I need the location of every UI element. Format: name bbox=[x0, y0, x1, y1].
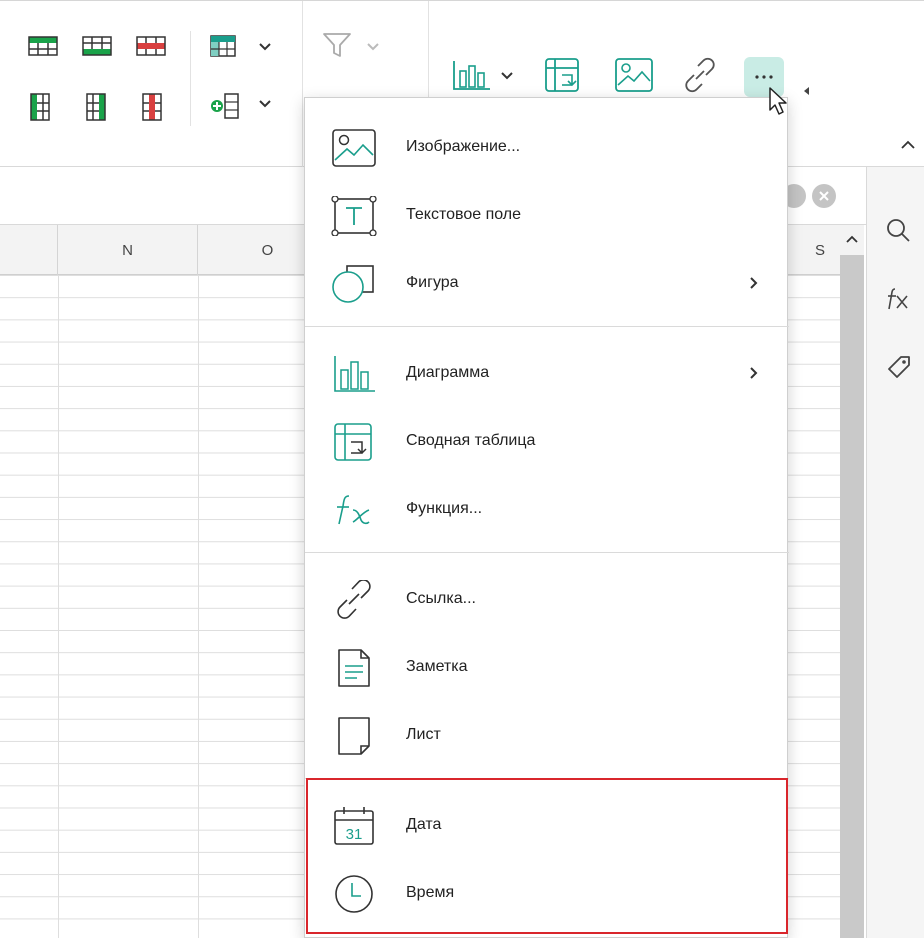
menu-separator bbox=[305, 552, 789, 553]
filter-icon[interactable] bbox=[322, 31, 352, 59]
menu-item-label: Диаграмма bbox=[406, 364, 490, 381]
menu-item-image[interactable]: Изображение... bbox=[305, 114, 789, 180]
chart-icon[interactable] bbox=[452, 59, 492, 91]
more-icon bbox=[755, 75, 773, 79]
chevron-down-icon[interactable] bbox=[258, 99, 272, 109]
cursor-arrow-icon bbox=[769, 87, 787, 115]
menu-item-label: Сводная таблица bbox=[406, 432, 536, 449]
menu-item-pivot-table[interactable]: Сводная таблица bbox=[305, 408, 789, 474]
delete-column-icon[interactable] bbox=[142, 93, 164, 121]
ribbon-divider bbox=[302, 1, 303, 167]
image-icon bbox=[332, 129, 376, 167]
menu-item-function[interactable]: Функция... bbox=[305, 476, 789, 542]
search-icon[interactable] bbox=[885, 217, 911, 243]
chevron-down-icon[interactable] bbox=[500, 71, 514, 81]
menu-item-label: Ссылка... bbox=[406, 590, 476, 607]
chevron-down-icon[interactable] bbox=[366, 42, 380, 52]
table-style-icon[interactable] bbox=[210, 35, 236, 57]
column-header[interactable]: N bbox=[58, 225, 198, 275]
column-header[interactable]: S bbox=[800, 225, 840, 275]
chevron-right-icon bbox=[750, 367, 758, 379]
sheet-icon bbox=[338, 717, 370, 755]
menu-item-label: Функция... bbox=[406, 500, 483, 517]
menu-item-link[interactable]: Ссылка... bbox=[305, 566, 789, 632]
menu-separator bbox=[305, 326, 789, 327]
menu-item-sheet[interactable]: Лист bbox=[305, 702, 789, 768]
highlight-box bbox=[306, 778, 788, 934]
menu-item-label: Изображение... bbox=[406, 138, 521, 155]
link-icon bbox=[337, 580, 371, 619]
insert-cells-icon[interactable] bbox=[210, 93, 240, 119]
function-icon bbox=[337, 495, 370, 525]
close-icon bbox=[819, 191, 829, 201]
note-icon bbox=[338, 649, 370, 687]
menu-item-label: Текстовое поле bbox=[406, 206, 522, 223]
tag-icon[interactable] bbox=[885, 353, 913, 381]
shape-icon bbox=[332, 265, 374, 303]
close-circle-icon[interactable] bbox=[812, 184, 836, 208]
insert-row-below-icon[interactable] bbox=[82, 36, 112, 58]
link-icon[interactable] bbox=[680, 55, 720, 95]
menu-item-text-box[interactable]: Текстовое поле bbox=[305, 182, 789, 248]
menu-item-label: Заметка bbox=[406, 658, 468, 675]
function-icon[interactable] bbox=[883, 283, 913, 313]
app-window: N O S Изображение... Текстовое поле Фигу… bbox=[0, 0, 924, 938]
grid-column-line bbox=[58, 275, 59, 938]
ribbon-more-arrow-icon[interactable] bbox=[803, 86, 811, 96]
chart-icon bbox=[334, 356, 375, 392]
side-panel bbox=[866, 167, 924, 938]
menu-item-note[interactable]: Заметка bbox=[305, 634, 789, 700]
menu-item-shape[interactable]: Фигура bbox=[305, 250, 789, 316]
text-box-icon bbox=[331, 196, 377, 236]
ribbon-divider bbox=[428, 1, 429, 97]
chevron-up-icon bbox=[846, 235, 858, 243]
column-header[interactable] bbox=[0, 225, 58, 275]
ribbon-divider bbox=[190, 31, 191, 126]
chevron-down-icon[interactable] bbox=[258, 42, 272, 52]
pivot-table-icon[interactable] bbox=[544, 57, 580, 93]
menu-item-chart[interactable]: Диаграмма bbox=[305, 340, 789, 406]
insert-column-right-icon[interactable] bbox=[86, 93, 108, 121]
vertical-scrollbar[interactable] bbox=[840, 255, 864, 938]
insert-column-left-icon[interactable] bbox=[30, 93, 52, 121]
insert-row-above-icon[interactable] bbox=[28, 36, 58, 58]
grid-column-line bbox=[198, 275, 199, 938]
delete-row-icon[interactable] bbox=[136, 36, 166, 58]
chevron-right-icon bbox=[750, 277, 758, 289]
collapse-ribbon-icon[interactable] bbox=[900, 139, 916, 151]
menu-item-label: Лист bbox=[406, 726, 441, 743]
scroll-up-button[interactable] bbox=[840, 225, 864, 255]
menu-item-label: Фигура bbox=[406, 274, 459, 291]
pivot-table-icon bbox=[334, 423, 372, 461]
image-icon[interactable] bbox=[614, 57, 654, 93]
